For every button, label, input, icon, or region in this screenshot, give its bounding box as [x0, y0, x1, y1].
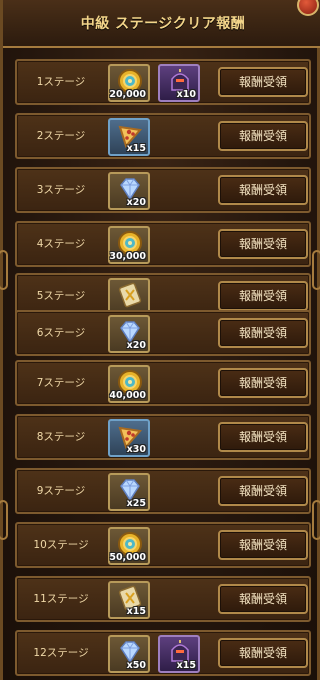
ornament-right-icon — [312, 250, 320, 290]
reward-item[interactable]: 40,000 — [108, 365, 150, 403]
reward-item[interactable]: x15 — [108, 581, 150, 619]
panel-header: 中級 ステージクリア報酬 — [3, 0, 320, 48]
close-button[interactable] — [297, 0, 319, 16]
stage-label: 11ステージ — [33, 593, 89, 605]
claim-reward-button[interactable]: 報酬受領 — [218, 229, 308, 259]
claim-reward-button[interactable]: 報酬受領 — [218, 121, 308, 151]
reward-item[interactable]: 20,000 — [108, 64, 150, 102]
reward-row: 3ステージ x20 報酬受領 — [15, 167, 311, 213]
claim-reward-button[interactable]: 報酬受領 — [218, 530, 308, 560]
item-quantity: x20 — [126, 340, 146, 351]
reward-item[interactable]: x20 — [108, 172, 150, 210]
item-quantity: 20,000 — [109, 89, 146, 100]
item-quantity: x50 — [126, 660, 146, 671]
stage-label: 6ステージ — [36, 327, 86, 339]
reward-row: 10ステージ 50,000 報酬受領 — [15, 522, 311, 568]
item-quantity: x20 — [126, 197, 146, 208]
reward-panel: 中級 ステージクリア報酬 1ステージ 20,000 x10 報酬受領 2ステージ x15 報… — [0, 0, 320, 680]
stage-label: 12ステージ — [33, 647, 89, 659]
reward-item[interactable]: x20 — [108, 315, 150, 353]
stage-label: 8ステージ — [36, 431, 86, 443]
stage-label: 1ステージ — [36, 76, 86, 88]
item-quantity: 40,000 — [109, 390, 146, 401]
reward-row: 7ステージ 40,000 報酬受領 — [15, 360, 311, 406]
stage-label: 2ステージ — [36, 130, 86, 142]
reward-row: 8ステージ x30 報酬受領 — [15, 414, 311, 460]
claim-reward-button[interactable]: 報酬受領 — [218, 476, 308, 506]
reward-item[interactable]: x30 — [108, 419, 150, 457]
stage-label: 7ステージ — [36, 377, 86, 389]
ornament-left-icon — [0, 250, 8, 290]
item-quantity: x15 — [126, 143, 146, 154]
item-quantity: x30 — [126, 444, 146, 455]
reward-row: 4ステージ 30,000 報酬受領 — [15, 221, 311, 267]
page-title: 中級 ステージクリア報酬 — [80, 16, 246, 32]
reward-row: 1ステージ 20,000 x10 報酬受領 — [15, 59, 311, 105]
ornament-left-icon — [0, 500, 8, 540]
item-quantity: x15 — [176, 660, 196, 671]
claim-reward-button[interactable]: 報酬受領 — [218, 368, 308, 398]
stage-label: 9ステージ — [36, 485, 86, 497]
reward-item[interactable]: x15 — [108, 118, 150, 156]
claim-reward-button[interactable]: 報酬受領 — [218, 422, 308, 452]
stage-label: 10ステージ — [33, 539, 89, 551]
claim-reward-button[interactable]: 報酬受領 — [218, 281, 308, 311]
item-quantity: x10 — [176, 89, 196, 100]
reward-item[interactable]: x10 — [158, 64, 200, 102]
reward-item[interactable]: 50,000 — [108, 527, 150, 565]
reward-row: 11ステージ x15 報酬受領 — [15, 576, 311, 622]
claim-reward-button[interactable]: 報酬受領 — [218, 318, 308, 348]
claim-reward-button[interactable]: 報酬受領 — [218, 175, 308, 205]
claim-reward-button[interactable]: 報酬受領 — [218, 638, 308, 668]
ornament-right-icon — [312, 500, 320, 540]
item-quantity: 30,000 — [109, 251, 146, 262]
reward-item[interactable]: x25 — [108, 473, 150, 511]
reward-item[interactable]: 30,000 — [108, 226, 150, 264]
item-quantity: x15 — [126, 606, 146, 617]
claim-reward-button[interactable]: 報酬受領 — [218, 67, 308, 97]
item-quantity: 50,000 — [109, 552, 146, 563]
reward-row: 6ステージ x20 報酬受領 — [15, 310, 311, 356]
claim-reward-button[interactable]: 報酬受領 — [218, 584, 308, 614]
reward-row: 2ステージ x15 報酬受領 — [15, 113, 311, 159]
reward-item[interactable]: x15 — [158, 635, 200, 673]
item-quantity: x25 — [126, 498, 146, 509]
stage-label: 3ステージ — [36, 184, 86, 196]
reward-row: 9ステージ x25 報酬受領 — [15, 468, 311, 514]
reward-row: 12ステージ x50 x15 報酬受領 — [15, 630, 311, 676]
stage-label: 4ステージ — [36, 238, 86, 250]
reward-item[interactable]: x50 — [108, 635, 150, 673]
